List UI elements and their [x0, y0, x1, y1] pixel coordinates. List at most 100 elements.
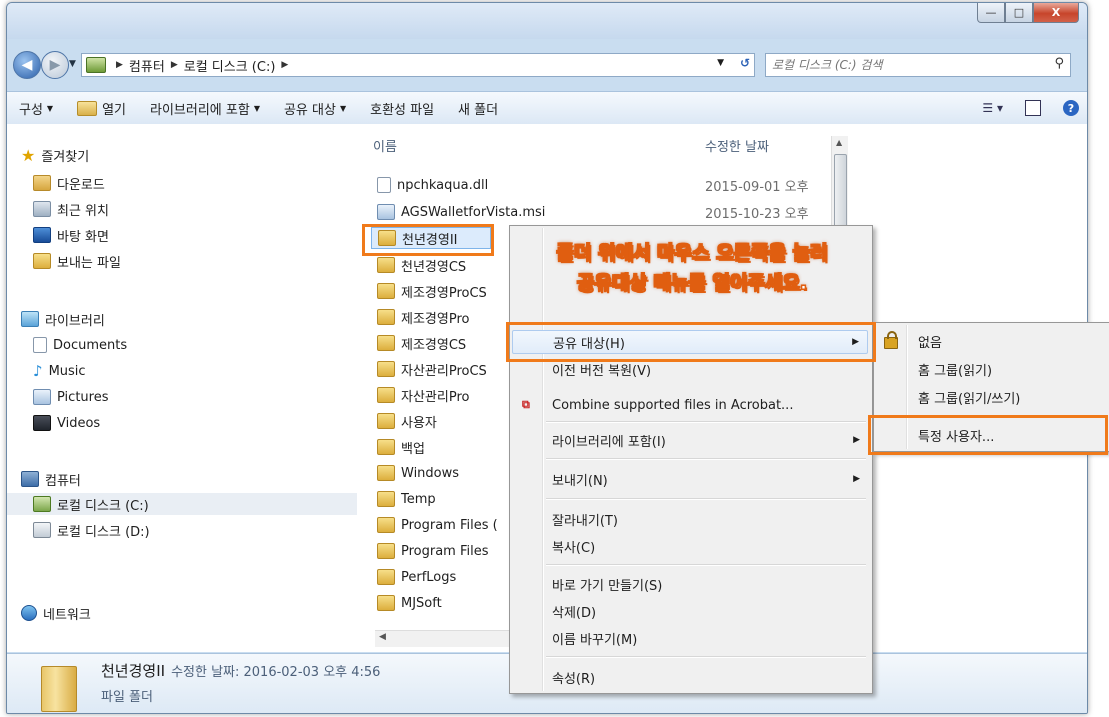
file-row[interactable]: 자산관리ProCS	[377, 358, 487, 380]
details-modified: 수정한 날짜: 2016-02-03 오후 4:56	[171, 665, 381, 680]
menu-item-copy[interactable]: 복사(C)	[512, 534, 868, 558]
view-options-icon[interactable]: ☰ ▾	[982, 101, 1003, 115]
menu-label: 속성(R)	[552, 671, 596, 687]
menu-item-cut[interactable]: 잘라내기(T)	[512, 507, 868, 531]
menu-item-shortcut[interactable]: 바로 가기 만들기(S)	[512, 572, 868, 596]
nav-sent-files[interactable]: 보내는 파일	[33, 250, 121, 272]
menu-label: 삭제(D)	[552, 605, 597, 621]
file-name: Program Files	[401, 543, 489, 559]
column-header-name[interactable]: 이름	[373, 136, 397, 155]
include-library-button[interactable]: 라이브러리에 포함 ▼	[138, 92, 272, 124]
file-row[interactable]: 천년경영CS	[377, 254, 466, 276]
file-name: MJSoft	[401, 595, 442, 611]
file-row[interactable]: Windows	[377, 462, 459, 484]
back-button[interactable]: ◀	[13, 51, 41, 79]
nav-favorites[interactable]: ★ 즐겨찾기	[21, 144, 89, 166]
nav-label: 다운로드	[57, 177, 105, 193]
minimize-button[interactable]: —	[977, 3, 1005, 23]
submenu-item-specific-people[interactable]: 특정 사용자...	[876, 423, 1108, 447]
nav-libraries[interactable]: 라이브러리	[21, 308, 105, 330]
folder-icon	[377, 361, 395, 377]
compat-files-button[interactable]: 호환성 파일	[358, 92, 446, 124]
nav-downloads[interactable]: 다운로드	[33, 172, 105, 194]
close-button[interactable]: X	[1033, 3, 1079, 23]
menu-label: 없음	[918, 335, 942, 351]
file-row[interactable]: AGSWalletforVista.msi 2015-10-23 오후	[377, 201, 809, 223]
nav-music[interactable]: ♪ Music	[33, 360, 86, 382]
menu-item-acrobat[interactable]: ⧉ Combine supported files in Acrobat...	[512, 393, 868, 417]
submenu-item-homegroup-read[interactable]: 홈 그룹(읽기)	[876, 357, 1108, 381]
search-box[interactable]: ⚲	[765, 53, 1071, 77]
submenu-item-nobody[interactable]: 없음	[876, 329, 1108, 353]
maximize-button[interactable]: □	[1005, 3, 1033, 23]
nav-documents[interactable]: Documents	[33, 334, 127, 356]
file-row[interactable]: PerfLogs	[377, 566, 456, 588]
refresh-icon[interactable]: ↺	[740, 56, 750, 70]
scroll-up-icon[interactable]: ▲	[836, 138, 842, 147]
submenu-item-homegroup-readwrite[interactable]: 홈 그룹(읽기/쓰기)	[876, 385, 1108, 409]
file-row[interactable]: 사용자	[377, 410, 437, 432]
nav-drive-d[interactable]: 로컬 디스크 (D:)	[33, 519, 150, 541]
file-row[interactable]: 제조경영Pro	[377, 306, 469, 328]
breadcrumb-drive-c[interactable]: 로컬 디스크 (C:)	[184, 56, 276, 75]
nav-pictures[interactable]: Pictures	[33, 386, 108, 408]
file-row[interactable]: npchkaqua.dll 2015-09-01 오후	[377, 174, 809, 196]
menu-item-include-library[interactable]: 라이브러리에 포함(I) ▶	[512, 428, 868, 452]
chevron-right-icon[interactable]: ▶	[281, 60, 288, 70]
file-row[interactable]: Program Files (	[377, 514, 498, 536]
nav-desktop[interactable]: 바탕 화면	[33, 224, 109, 246]
nav-recent[interactable]: 최근 위치	[33, 198, 109, 220]
file-row[interactable]: 제조경영CS	[377, 332, 466, 354]
open-button[interactable]: 열기	[65, 92, 138, 124]
scroll-left-icon[interactable]: ◀	[379, 632, 386, 642]
file-row[interactable]: Program Files	[377, 540, 489, 562]
navigation-pane: ★ 즐겨찾기 다운로드 최근 위치 바탕 화면 보내는 파일 라이브러리 Docu…	[7, 124, 363, 652]
menu-item-properties[interactable]: 속성(R)	[512, 665, 868, 689]
organize-button[interactable]: 구성 ▼	[7, 92, 65, 124]
menu-item-send-to[interactable]: 보내기(N) ▶	[512, 467, 868, 491]
nav-network[interactable]: 네트워크	[21, 602, 91, 624]
nav-computer[interactable]: 컴퓨터	[21, 468, 81, 490]
file-row-selected[interactable]: 천년경영II	[371, 227, 491, 249]
music-note-icon: ♪	[33, 362, 43, 380]
menu-separator	[546, 656, 866, 658]
file-row[interactable]: MJSoft	[377, 592, 442, 614]
column-header-date[interactable]: 수정한 날짜	[705, 136, 769, 155]
drive-icon	[86, 57, 106, 73]
chevron-right-icon: ▶	[170, 60, 178, 70]
menu-label: 공유 대상(H)	[553, 336, 625, 352]
nav-label: 즐겨찾기	[41, 149, 90, 165]
nav-label: 바탕 화면	[57, 229, 109, 245]
share-with-button[interactable]: 공유 대상 ▼	[272, 92, 358, 124]
menu-item-delete[interactable]: 삭제(D)	[512, 599, 868, 623]
nav-label: 최근 위치	[57, 203, 109, 219]
menu-item-restore[interactable]: 이전 버전 복원(V)	[512, 357, 868, 381]
address-dropdown-icon[interactable]: ▼	[717, 58, 724, 68]
file-row[interactable]: 백업	[377, 436, 425, 458]
nav-drive-c[interactable]: 로컬 디스크 (C:)	[7, 493, 357, 515]
search-input[interactable]	[766, 57, 1034, 73]
new-folder-button[interactable]: 새 폴더	[446, 92, 510, 124]
forward-button[interactable]: ▶	[41, 51, 69, 79]
drive-icon	[33, 522, 51, 538]
search-icon[interactable]: ⚲	[1054, 56, 1064, 71]
menu-label: 홈 그룹(읽기)	[918, 363, 993, 379]
address-bar[interactable]: ▶ 컴퓨터 ▶ 로컬 디스크 (C:) ▶ ▼ ↺	[81, 53, 755, 77]
breadcrumb-computer[interactable]: 컴퓨터	[129, 56, 165, 75]
menu-label: 잘라내기(T)	[552, 513, 618, 529]
file-name: 자산관리ProCS	[401, 363, 487, 379]
nav-videos[interactable]: Videos	[33, 412, 100, 434]
callout-line-1: 폴더 위에서 마우스 오른쪽을 눌러	[508, 238, 876, 268]
instruction-callout: 폴더 위에서 마우스 오른쪽을 눌러 공유대상 메뉴를 열어주세요.	[508, 238, 876, 298]
menu-item-rename[interactable]: 이름 바꾸기(M)	[512, 626, 868, 650]
file-row[interactable]: 제조경영ProCS	[377, 280, 487, 302]
preview-pane-icon[interactable]	[1025, 100, 1041, 116]
file-row[interactable]: Temp	[377, 488, 436, 510]
file-row[interactable]: 자산관리Pro	[377, 384, 469, 406]
nav-label: 네트워크	[43, 607, 91, 623]
file-name: 백업	[401, 441, 425, 457]
downloads-folder-icon	[33, 175, 51, 191]
menu-item-share-with[interactable]: 공유 대상(H) ▶	[512, 330, 868, 354]
help-icon[interactable]: ?	[1063, 100, 1079, 116]
recent-pages-dropdown[interactable]: ▼	[69, 59, 76, 69]
